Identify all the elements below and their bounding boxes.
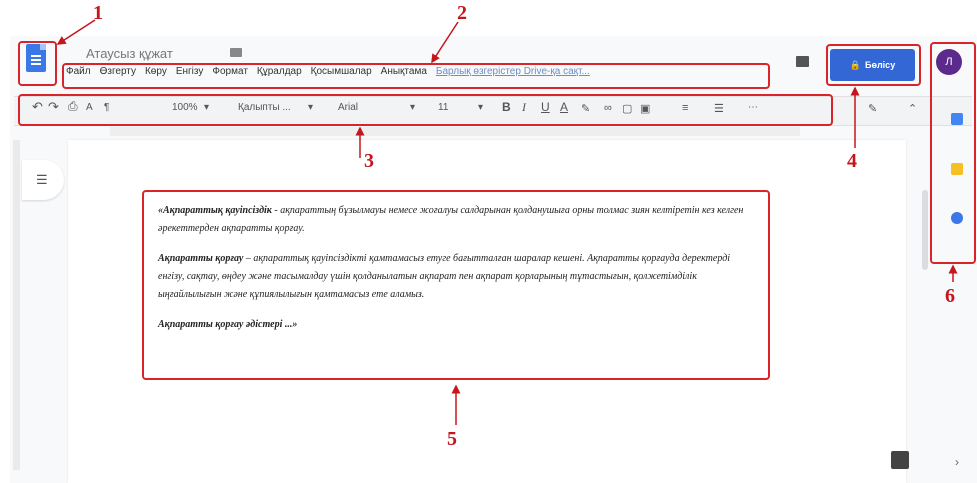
arrow-1 <box>56 19 96 45</box>
callout-arrows <box>56 19 958 425</box>
arrow-2 <box>431 21 459 64</box>
